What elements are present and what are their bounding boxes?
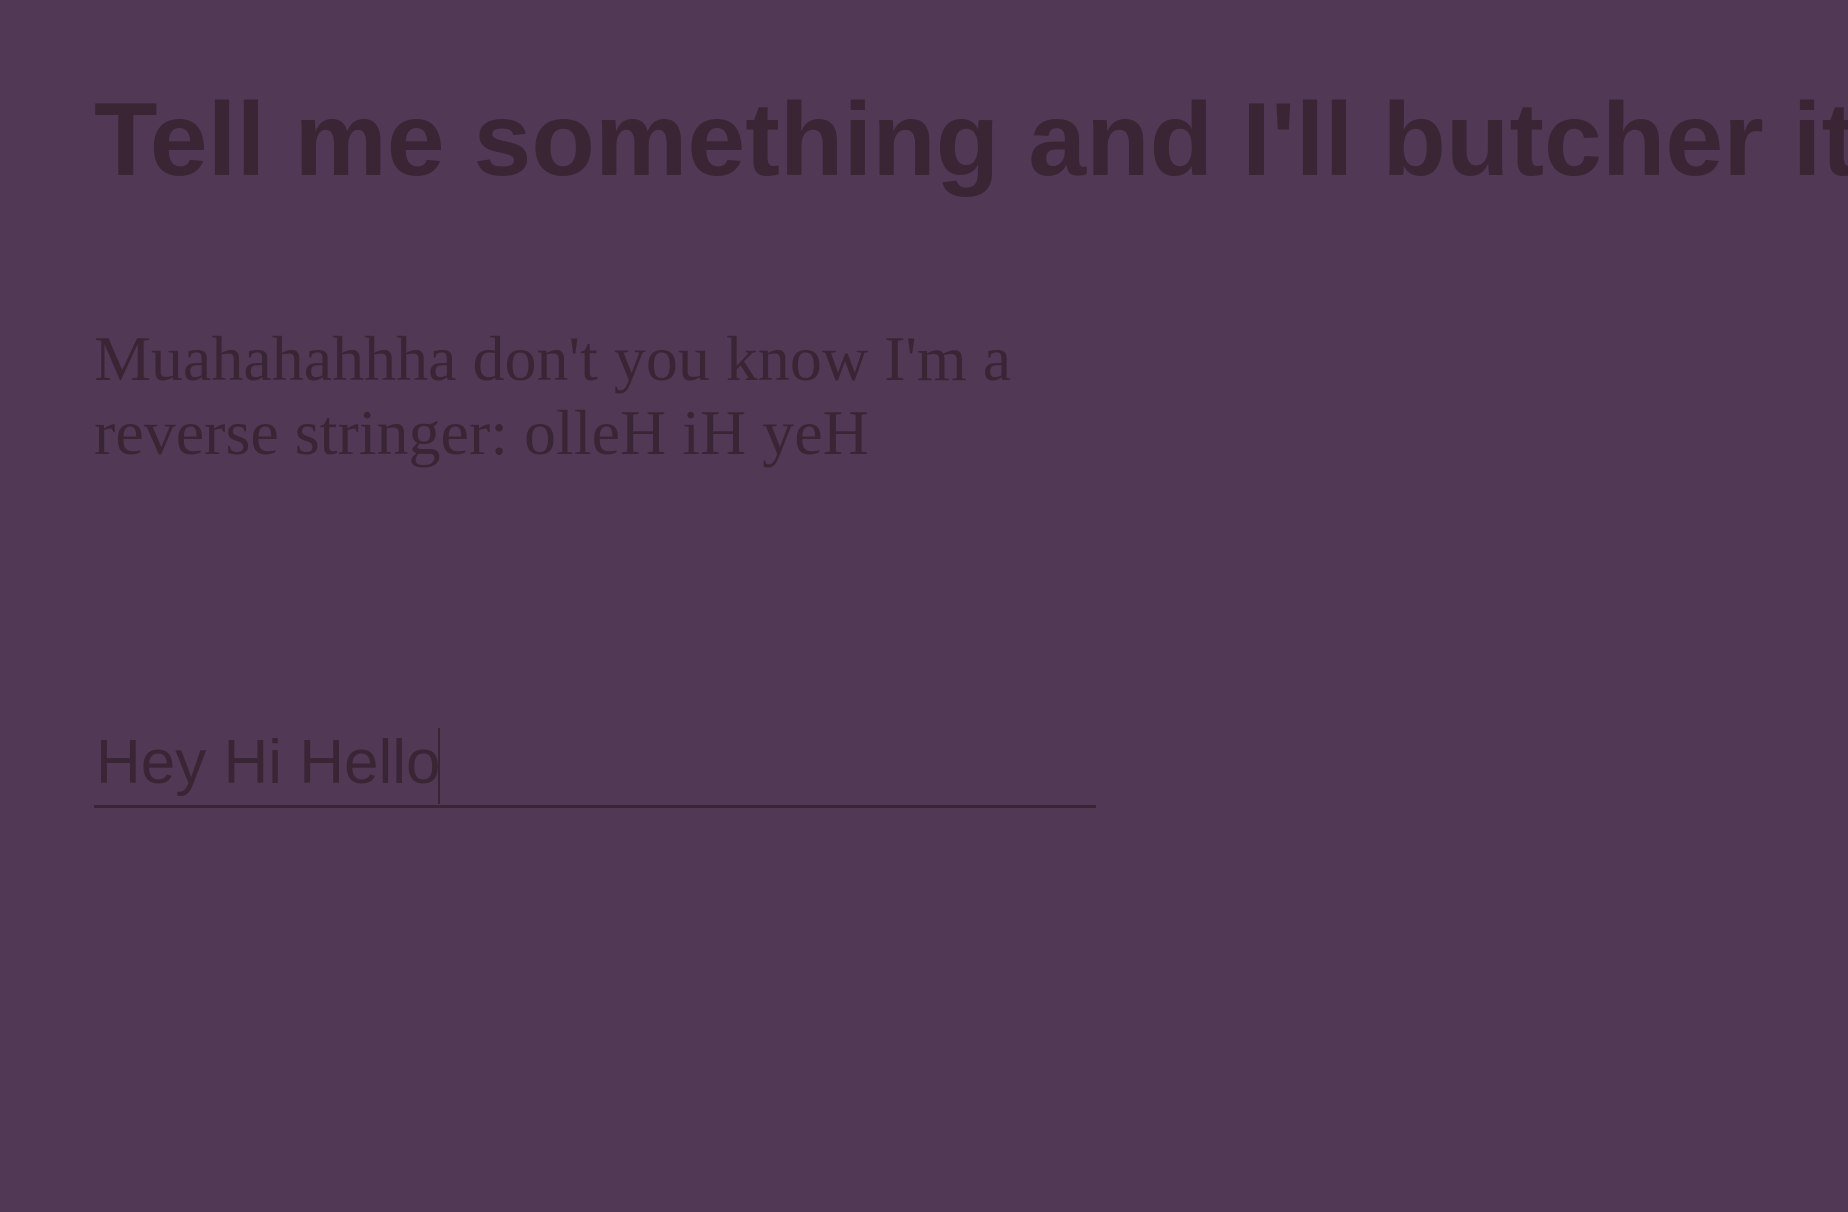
reversed-output-text: Muahahahhha don't you know I'm a reverse… [94,323,1012,468]
text-input-container [94,720,1096,808]
page-title: Tell me something and I'll butcher it [94,82,1848,198]
text-cursor [438,728,440,804]
text-input[interactable] [94,720,1096,805]
